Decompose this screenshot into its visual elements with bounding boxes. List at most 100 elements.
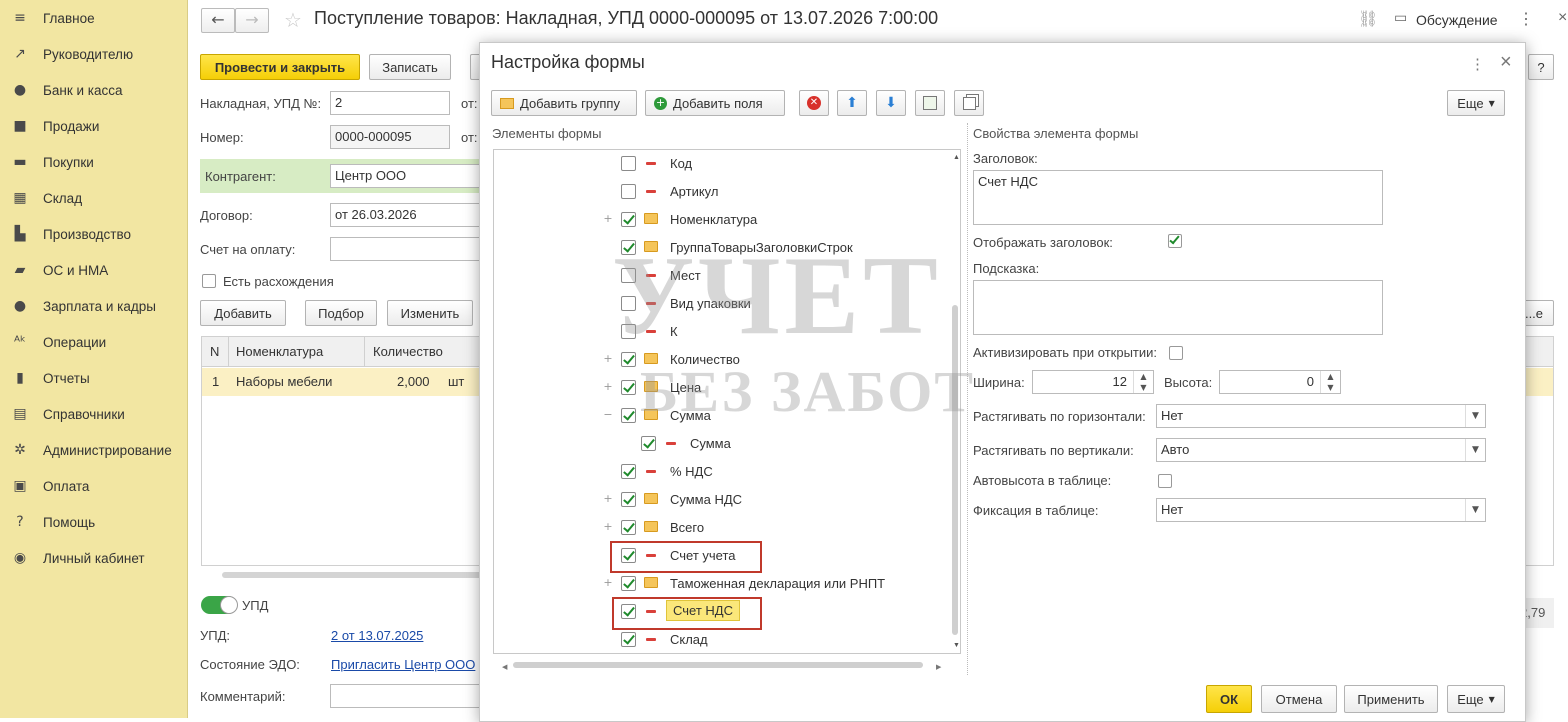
move-down-button[interactable]: ⬇ — [876, 90, 906, 116]
stretch-h-select[interactable]: Нет ▼ — [1156, 404, 1486, 428]
tree-checkbox[interactable] — [621, 464, 636, 479]
tree-checkbox[interactable] — [641, 436, 656, 451]
sidebar-item[interactable]: ▣ Оплата — [0, 468, 188, 504]
tree-checkbox[interactable] — [621, 296, 636, 311]
footer-more-button[interactable]: Еще ▼ — [1447, 685, 1505, 713]
counterparty-input[interactable]: Центр ООО — [330, 164, 480, 188]
tree-row[interactable]: Мест — [494, 262, 944, 290]
tree-checkbox[interactable] — [621, 380, 636, 395]
tree-row[interactable]: Вид упаковки — [494, 290, 944, 318]
tree-checkbox[interactable] — [621, 352, 636, 367]
collapse-icon[interactable]: − — [602, 409, 614, 421]
dialog-close-icon[interactable]: × — [1500, 51, 1512, 74]
expand-icon[interactable]: + — [602, 353, 614, 365]
sidebar-item[interactable]: ▬ Покупки — [0, 144, 188, 180]
tree-row[interactable]: + Количество — [494, 346, 944, 374]
tree-row[interactable]: Сумма — [494, 430, 944, 458]
autoheight-checkbox[interactable] — [1158, 474, 1172, 488]
save-button[interactable]: Записать — [369, 54, 451, 80]
height-spinner[interactable]: ▲ ▼ — [1320, 371, 1340, 393]
tree-row[interactable]: Склад — [494, 626, 944, 653]
copy-button[interactable] — [954, 90, 984, 116]
favorite-star-icon[interactable]: ☆ — [284, 8, 302, 32]
fixation-select[interactable]: Нет ▼ — [1156, 498, 1486, 522]
sidebar-item[interactable]: ● Зарплата и кадры — [0, 288, 188, 324]
ok-button[interactable]: ОК — [1206, 685, 1252, 713]
tree-checkbox[interactable] — [621, 632, 636, 647]
expand-icon[interactable]: + — [602, 577, 614, 589]
width-input[interactable]: 12 ▲ ▼ — [1032, 370, 1154, 394]
expand-icon[interactable]: + — [602, 493, 614, 505]
sidebar-item[interactable]: ■ Продажи — [0, 108, 188, 144]
number-input[interactable]: 0000-000095 — [330, 125, 450, 149]
link-icon[interactable]: ⛓ — [1358, 9, 1378, 28]
expand-icon[interactable]: + — [602, 381, 614, 393]
tree-checkbox[interactable] — [621, 492, 636, 507]
pick-button[interactable]: Подбор — [305, 300, 377, 326]
tree-row[interactable]: − Сумма — [494, 402, 944, 430]
tree-checkbox[interactable] — [621, 240, 636, 255]
tree-vscroll[interactable]: ▲ ▼ — [951, 150, 960, 653]
tree-checkbox[interactable] — [621, 184, 636, 199]
post-and-close-button[interactable]: Провести и закрыть — [200, 54, 360, 80]
more-menu-icon[interactable]: ⋮ — [1518, 9, 1534, 29]
tree-row[interactable]: Артикул — [494, 178, 944, 206]
tree-checkbox[interactable] — [621, 576, 636, 591]
expand-icon[interactable]: + — [602, 521, 614, 533]
add-fields-button[interactable]: + Добавить поля — [645, 90, 785, 116]
show-caption-checkbox[interactable] — [1168, 233, 1182, 248]
upd-toggle[interactable] — [201, 596, 238, 614]
sidebar-item[interactable]: ▰ ОС и НМА — [0, 252, 188, 288]
apply-button[interactable]: Применить — [1344, 685, 1438, 713]
close-icon[interactable]: × — [1558, 9, 1567, 27]
tree-row[interactable]: + Всего — [494, 514, 944, 542]
tree-row[interactable]: + Номенклатура — [494, 206, 944, 234]
help-button[interactable]: ? — [1528, 54, 1554, 80]
tree-row[interactable]: + Цена — [494, 374, 944, 402]
add-group-button[interactable]: Добавить группу — [491, 90, 637, 116]
discrepancies-checkbox[interactable] — [202, 274, 216, 288]
sidebar-item[interactable]: ▤ Справочники — [0, 396, 188, 432]
sidebar-item[interactable]: ▮ Отчеты — [0, 360, 188, 396]
tree-row[interactable]: % НДС — [494, 458, 944, 486]
splitter[interactable] — [967, 123, 968, 675]
tree-row[interactable]: + Таможенная декларация или РНПТ — [494, 570, 944, 598]
add-row-button[interactable]: Добавить — [200, 300, 286, 326]
delete-button[interactable]: ✕ — [799, 90, 829, 116]
sidebar-item[interactable]: ≡ Главное — [0, 0, 188, 36]
height-input[interactable]: 0 ▲ ▼ — [1219, 370, 1341, 394]
payment-invoice-input[interactable] — [330, 237, 480, 261]
move-up-button[interactable]: ⬆ — [837, 90, 867, 116]
tree-checkbox[interactable] — [621, 520, 636, 535]
sidebar-item[interactable]: ? Помощь — [0, 504, 188, 540]
stretch-v-select[interactable]: Авто ▼ — [1156, 438, 1486, 462]
upd-link[interactable]: 2 от 13.07.2025 — [331, 628, 423, 643]
expand-icon[interactable]: + — [602, 213, 614, 225]
discussion-link[interactable]: Обсуждение — [1416, 12, 1498, 28]
sidebar-item[interactable]: ◉ Личный кабинет — [0, 540, 188, 576]
tree-hscroll[interactable] — [513, 662, 923, 668]
tree-checkbox[interactable] — [621, 324, 636, 339]
edo-invite-link[interactable]: Пригласить Центр ООО — [331, 657, 475, 672]
caption-input[interactable]: Счет НДС — [973, 170, 1383, 225]
tree-checkbox[interactable] — [621, 212, 636, 227]
dialog-more-icon[interactable]: ⋮ — [1470, 55, 1485, 73]
tree-row[interactable]: ГруппаТоварыЗаголовкиСтрок — [494, 234, 944, 262]
activate-checkbox[interactable] — [1169, 346, 1183, 360]
back-button[interactable]: ← — [201, 8, 235, 33]
tree-checkbox[interactable] — [621, 408, 636, 423]
discussion-icon[interactable]: ▭ — [1394, 10, 1407, 26]
tree-checkbox[interactable] — [621, 156, 636, 171]
cancel-button[interactable]: Отмена — [1261, 685, 1337, 713]
tree-row[interactable]: Код — [494, 150, 944, 178]
sidebar-item[interactable]: ▦ Склад — [0, 180, 188, 216]
sidebar-item[interactable]: ᴬᵏ Операции — [0, 324, 188, 360]
sidebar-item[interactable]: ● Банк и касса — [0, 72, 188, 108]
form-elements-tree[interactable]: Код Артикул + Номенклатура ГруппаТоварыЗагол… — [493, 149, 961, 654]
sidebar-item[interactable]: ↗ Руководителю — [0, 36, 188, 72]
forward-button[interactable]: → — [235, 8, 269, 33]
tree-row[interactable]: + Сумма НДС — [494, 486, 944, 514]
tree-checkbox[interactable] — [621, 268, 636, 283]
edit-button[interactable]: Изменить — [387, 300, 473, 326]
invoice-number-input[interactable]: 2 — [330, 91, 450, 115]
